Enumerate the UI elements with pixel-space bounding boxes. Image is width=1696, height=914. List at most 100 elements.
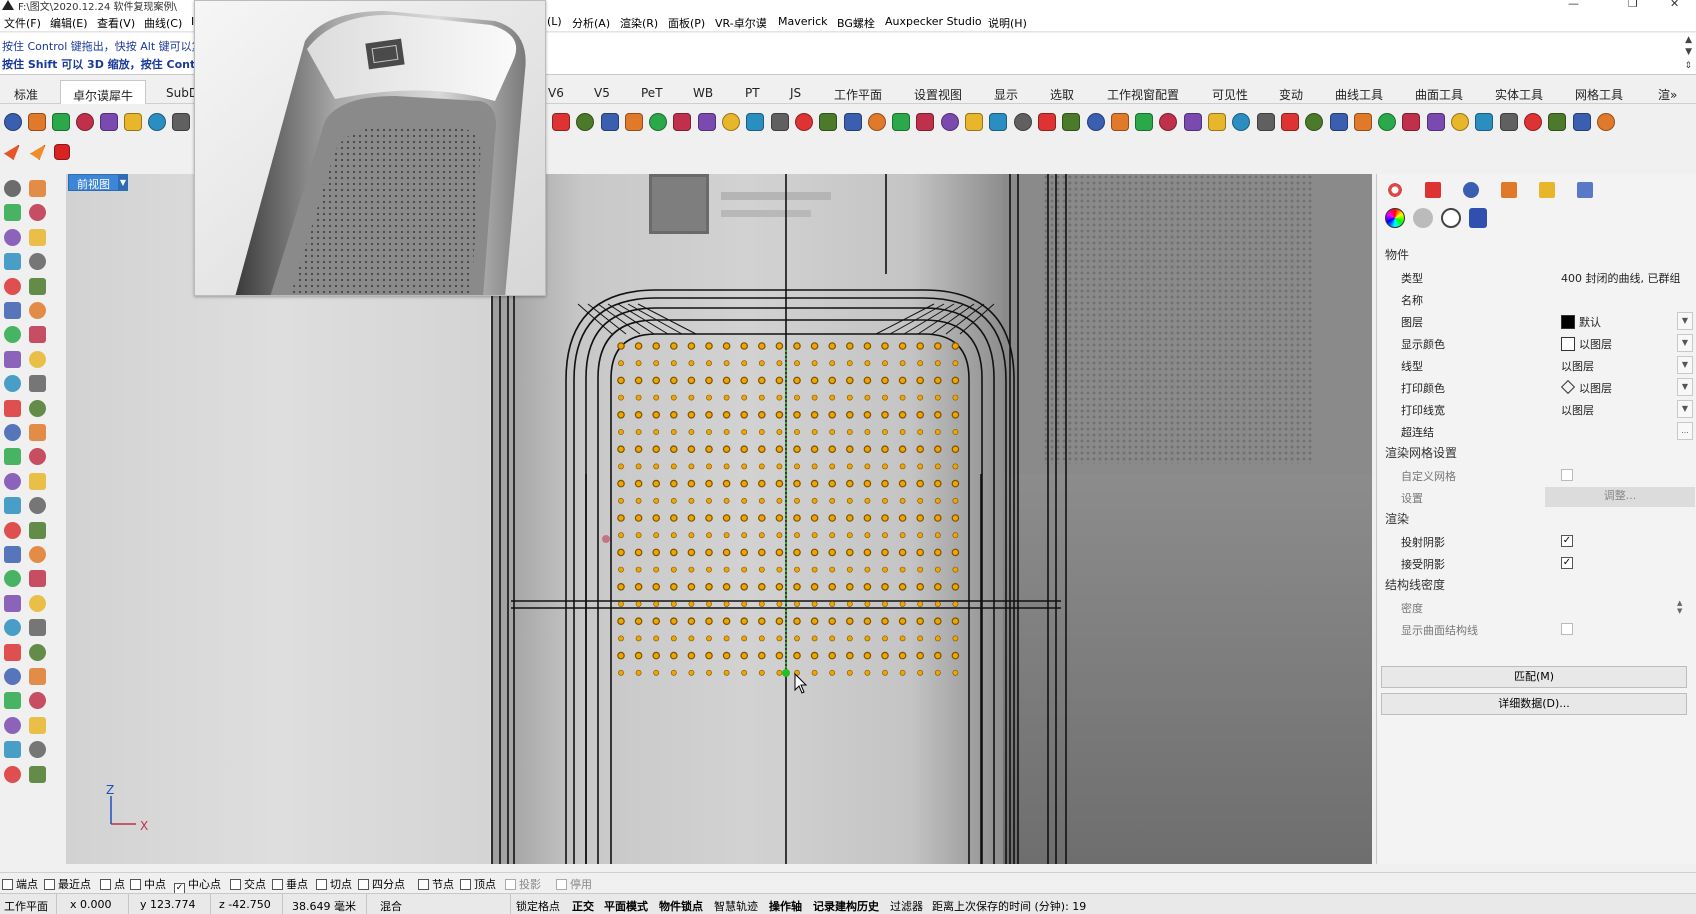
hole-curve-point[interactable] xyxy=(670,566,677,573)
hole-curve-point[interactable] xyxy=(810,376,819,385)
hole-curve-point[interactable] xyxy=(775,342,784,350)
hole-curve-point[interactable] xyxy=(951,651,960,660)
folder-tab-icon[interactable] xyxy=(1539,182,1555,198)
hole-curve-point[interactable] xyxy=(669,514,678,522)
toolbar-tool-icon[interactable] xyxy=(1451,113,1469,131)
hole-curve-point[interactable] xyxy=(722,411,731,419)
left-tool-icon[interactable] xyxy=(4,277,21,295)
hole-curve-point[interactable] xyxy=(757,376,766,385)
hole-curve-point[interactable] xyxy=(793,617,801,626)
hole-curve-point[interactable] xyxy=(669,445,678,454)
osnap-0[interactable]: 端点 xyxy=(2,876,38,892)
hole-curve-point[interactable] xyxy=(653,429,660,435)
hole-curve-point[interactable] xyxy=(635,635,642,642)
row-print-color[interactable]: 打印颜色 以图层 ▼ xyxy=(1401,378,1693,398)
left-tool-icon[interactable] xyxy=(29,594,46,612)
hole-curve-point[interactable] xyxy=(863,411,872,419)
hole-curve-point[interactable] xyxy=(793,651,801,660)
hole-curve-point[interactable] xyxy=(934,394,941,401)
hole-curve-point[interactable] xyxy=(741,463,748,470)
toolbar-tab[interactable]: JS xyxy=(790,86,801,100)
left-tool-icon[interactable] xyxy=(29,643,46,661)
hole-curve-point[interactable] xyxy=(898,548,907,557)
osnap-checkbox[interactable] xyxy=(230,879,241,890)
toolbar-tool-icon[interactable] xyxy=(698,113,716,131)
hole-curve-point[interactable] xyxy=(757,514,766,522)
hole-curve-point[interactable] xyxy=(864,360,871,367)
toolbar-tool-icon[interactable] xyxy=(552,113,570,131)
hole-curve-point[interactable] xyxy=(635,669,642,676)
toolbar-tab[interactable]: 工作平面 xyxy=(834,86,882,103)
hole-curve-point[interactable] xyxy=(687,548,696,557)
toolbar-tool-icon[interactable] xyxy=(1378,113,1396,131)
hole-curve-point[interactable] xyxy=(882,669,888,676)
hole-curve-point[interactable] xyxy=(758,394,765,401)
hole-curve-point[interactable] xyxy=(864,394,871,401)
toolbar-tool-icon[interactable] xyxy=(76,113,94,131)
osnap-9[interactable]: 节点 xyxy=(418,876,454,892)
match-button[interactable]: 匹配(M) xyxy=(1381,666,1687,688)
hole-curve-point[interactable] xyxy=(898,617,907,626)
hole-curve-point[interactable] xyxy=(653,497,660,504)
layers-tab-icon[interactable] xyxy=(1425,182,1441,198)
hole-curve-point[interactable] xyxy=(705,617,713,626)
hole-curve-point[interactable] xyxy=(952,463,959,470)
hole-curve-point[interactable] xyxy=(811,566,818,573)
hole-curve-point[interactable] xyxy=(618,601,624,607)
hole-curve-point[interactable] xyxy=(688,394,695,401)
hole-curve-point[interactable] xyxy=(670,635,677,642)
hole-curve-point[interactable] xyxy=(670,532,677,539)
hole-curve-point[interactable] xyxy=(722,342,731,350)
toolbar-tool-icon[interactable] xyxy=(1402,113,1420,131)
hole-curve-point[interactable] xyxy=(794,635,800,642)
hole-curve-point[interactable] xyxy=(810,342,819,350)
hole-curve-point[interactable] xyxy=(951,617,960,626)
status-toggle[interactable]: 正交 xyxy=(572,898,594,914)
hole-curve-point[interactable] xyxy=(917,635,924,642)
hole-curve-point[interactable] xyxy=(652,376,661,385)
toolbar-tab[interactable]: 可见性 xyxy=(1212,86,1248,103)
mail-icon[interactable] xyxy=(54,144,70,160)
hole-curve-point[interactable] xyxy=(828,514,837,522)
left-tool-icon[interactable] xyxy=(4,741,21,759)
hole-curve-point[interactable] xyxy=(617,376,625,385)
hole-curve-point[interactable] xyxy=(776,635,783,642)
hole-curve-point[interactable] xyxy=(811,635,818,642)
toolbar-tool-icon[interactable] xyxy=(1305,113,1323,131)
hole-curve-point[interactable] xyxy=(916,342,925,350)
density-spinner-icon[interactable]: ▲ ▼ xyxy=(1677,599,1682,615)
left-tool-icon[interactable] xyxy=(4,326,21,344)
toolbar-tool-icon[interactable] xyxy=(1281,113,1299,131)
status-toggle[interactable]: 过滤器 xyxy=(890,898,923,914)
osnap-11[interactable]: 投影 xyxy=(505,876,541,892)
toolbar-tool-icon[interactable] xyxy=(1087,113,1105,131)
hole-curve-point[interactable] xyxy=(775,514,784,522)
hole-curve-point[interactable] xyxy=(740,651,749,660)
hole-curve-point[interactable] xyxy=(618,497,624,504)
left-tool-icon[interactable] xyxy=(29,180,46,197)
left-tool-icon[interactable] xyxy=(29,326,46,344)
left-tool-icon[interactable] xyxy=(4,180,21,197)
cast-shadow-checkbox[interactable]: ✓ xyxy=(1561,535,1573,547)
left-tool-icon[interactable] xyxy=(29,228,46,246)
hole-curve-point[interactable] xyxy=(723,532,730,539)
hole-curve-point[interactable] xyxy=(757,617,766,626)
display-color-dropdown-icon[interactable]: ▼ xyxy=(1677,334,1693,352)
osnap-3[interactable]: 中点 xyxy=(130,876,166,892)
osnap-checkbox[interactable] xyxy=(316,879,327,890)
toolbar-tool-icon[interactable] xyxy=(1038,113,1056,131)
adjust-mesh-button[interactable]: 调整... xyxy=(1545,487,1695,507)
left-tool-icon[interactable] xyxy=(4,204,21,222)
toolbar-tool-icon[interactable] xyxy=(819,113,837,131)
hole-curve-point[interactable] xyxy=(793,376,801,385)
hole-curve-point[interactable] xyxy=(706,635,712,642)
show-isocurves-checkbox[interactable] xyxy=(1561,623,1573,635)
hole-curve-point[interactable] xyxy=(863,376,872,385)
toolbar-tool-icon[interactable] xyxy=(1135,113,1153,131)
row-linetype[interactable]: 线型 以图层 ▼ xyxy=(1401,356,1693,376)
hole-curve-point[interactable] xyxy=(898,479,907,488)
hole-curve-point[interactable] xyxy=(669,582,678,591)
hole-curve-point[interactable] xyxy=(934,360,941,367)
hole-curve-point[interactable] xyxy=(846,601,853,607)
hole-curve-point[interactable] xyxy=(882,635,888,642)
